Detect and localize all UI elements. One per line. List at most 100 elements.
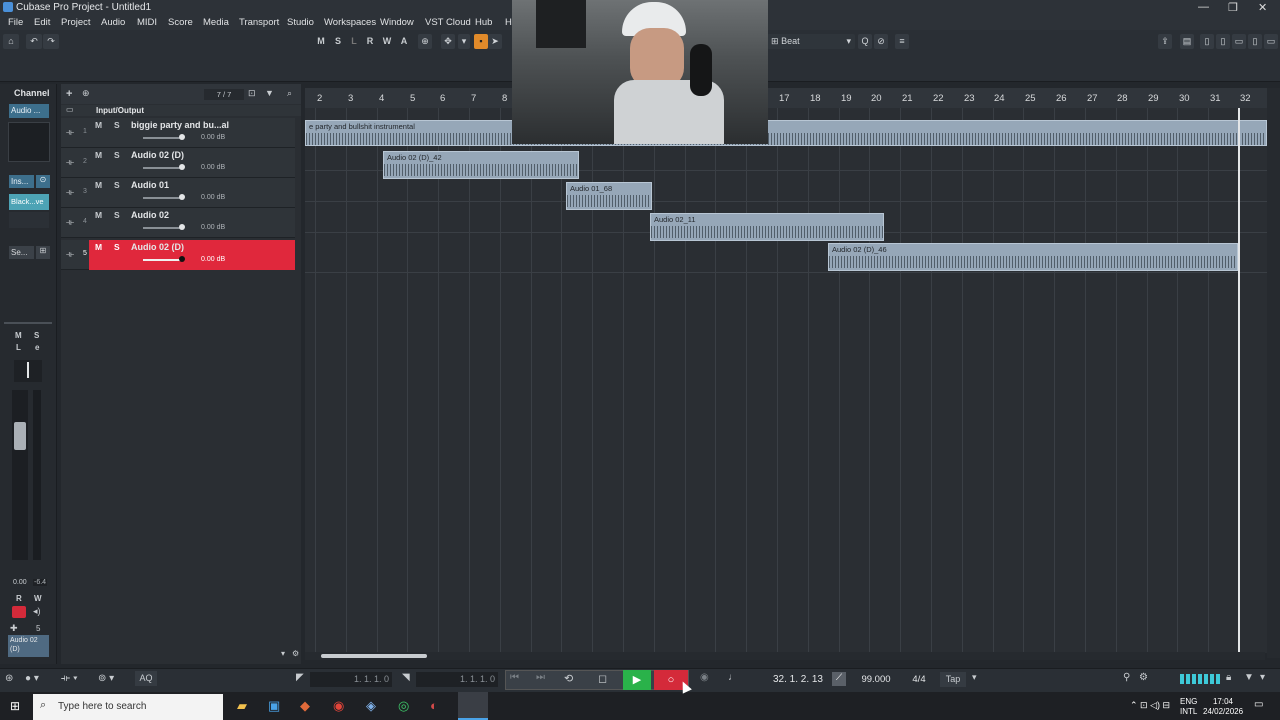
snap-type-select[interactable]: ⊞ Beat ▾ (767, 34, 855, 49)
constrain-icon[interactable]: ⊕ (418, 34, 432, 49)
monitor-icon[interactable]: ◉ (700, 672, 709, 683)
search-icon[interactable]: ⌕ (287, 88, 292, 99)
store-icon[interactable]: ▣ (268, 698, 280, 714)
record-mode-icon[interactable]: ● ▾ (25, 673, 39, 684)
minimize-icon[interactable]: — (1198, 1, 1209, 13)
track-mute-button[interactable]: M (95, 242, 102, 252)
taskbar-search-box[interactable]: ⌕ Type here to search (33, 694, 223, 720)
app-icon-4[interactable]: ◐ (430, 698, 438, 713)
stop-icon[interactable]: ◻ (598, 672, 607, 685)
pin-icon[interactable]: ⚲ (1123, 672, 1130, 683)
audio-routing-button[interactable]: Audio ... (9, 104, 49, 118)
right-locator-field[interactable]: 1. 1. 1. 0 (416, 672, 498, 687)
track-volume-slider[interactable] (143, 227, 183, 229)
inspector-solo-button[interactable]: S (34, 331, 39, 340)
menu-file[interactable]: File (8, 17, 23, 28)
chrome-icon[interactable]: ◉ (333, 698, 344, 714)
read-mode-button[interactable]: R (363, 35, 377, 48)
clock[interactable]: 17:04 24/02/2026 (1203, 697, 1243, 717)
write-mode-button[interactable]: W (380, 35, 394, 48)
language-indicator[interactable]: ENG INTL (1180, 697, 1197, 717)
audio-event[interactable]: Audio 02 (D)_46 (828, 243, 1238, 271)
quantize-settings-icon[interactable]: ⊘ (874, 34, 888, 49)
volume-fader-handle[interactable] (14, 422, 26, 450)
track-volume-slider[interactable] (143, 167, 183, 169)
add-folder-icon[interactable]: ⊕ (82, 88, 90, 99)
filter-icon[interactable]: ▼ (265, 88, 274, 98)
go-to-previous-icon[interactable]: ⏮ (510, 672, 519, 683)
listen-mode-button[interactable]: L (347, 35, 361, 48)
track-volume-handle[interactable] (179, 134, 185, 140)
track-solo-button[interactable]: S (114, 242, 120, 252)
add-track-icon[interactable]: + (66, 88, 72, 100)
track-volume-slider[interactable] (143, 137, 183, 139)
filter-icon[interactable]: ▼ (1244, 672, 1254, 683)
export-icon[interactable]: ⇪ (1158, 34, 1172, 49)
track-volume-handle[interactable] (179, 194, 185, 200)
pointer-tool-icon[interactable]: ➤ (488, 34, 502, 49)
menu-media[interactable]: Media (203, 17, 229, 28)
project-cursor[interactable] (1238, 108, 1240, 653)
menu-edit[interactable]: Edit (34, 17, 50, 28)
cubase-taskbar-icon[interactable] (458, 692, 488, 720)
menu-project[interactable]: Project (61, 17, 91, 28)
monitor-icon[interactable]: ◂) (33, 606, 41, 617)
grid-lines-icon[interactable]: ≡ (895, 34, 909, 49)
audio-event[interactable]: Audio 02_11 (650, 213, 884, 241)
insert-slot-1[interactable]: Black...ve (9, 194, 49, 210)
vertical-zoom-bar[interactable] (1267, 88, 1280, 658)
mute-mode-button[interactable]: M (314, 35, 328, 48)
horizontal-scrollbar[interactable] (305, 652, 1265, 660)
track-solo-button[interactable]: S (114, 150, 120, 160)
app-icon-3[interactable]: ◎ (398, 698, 409, 714)
menu-studio[interactable]: Studio (287, 17, 314, 28)
camera-icon[interactable]: ⊡ (248, 88, 256, 99)
layout-left-icon[interactable]: ▯ (1200, 34, 1214, 49)
notification-icon[interactable]: ▭ (1254, 699, 1263, 710)
home-icon[interactable]: ⌂ (3, 34, 19, 49)
layout-bottom-icon[interactable]: ▭ (1232, 34, 1246, 49)
track-volume-handle[interactable] (179, 224, 185, 230)
solo-mode-button[interactable]: S (331, 35, 345, 48)
inserts-bypass-icon[interactable]: ⊙ (36, 175, 50, 188)
metronome-icon[interactable]: ⊚ ▾ (98, 673, 114, 684)
layout-full-icon[interactable]: ▭ (1264, 34, 1278, 49)
menu-audio[interactable]: Audio (101, 17, 125, 28)
inserts-button[interactable]: Ins... (9, 175, 34, 188)
menu-help[interactable]: H (505, 17, 512, 28)
track-mute-button[interactable]: M (95, 180, 102, 190)
left-locator-field[interactable]: 1. 1. 1. 0 (310, 672, 392, 687)
menu-window[interactable]: Window (380, 17, 414, 28)
punch-icon[interactable]: ⟛ ▾ (61, 673, 78, 684)
sends-bypass-icon[interactable]: ⊞ (36, 246, 50, 259)
menu-score[interactable]: Score (168, 17, 193, 28)
arrange-area[interactable]: e party and bullshit instrumental Audio … (305, 108, 1267, 653)
inspector-mute-button[interactable]: M (15, 331, 22, 340)
read-automation-button[interactable]: R (16, 594, 22, 603)
folder-track[interactable]: ▭ Input/Output (61, 105, 301, 116)
app-icon-1[interactable]: ◆ (300, 698, 310, 714)
menu-transport[interactable]: Transport (239, 17, 279, 28)
menu-workspaces[interactable]: Workspaces (324, 17, 376, 28)
time-signature-field[interactable]: 4/4 (905, 672, 933, 687)
undo-icon[interactable]: ↶ (26, 34, 42, 49)
track-solo-button[interactable]: S (114, 180, 120, 190)
tray-icons[interactable]: ⌃ ⊡ ◁) ⊟ (1130, 700, 1170, 711)
track-volume-handle[interactable] (179, 256, 185, 262)
write-automation-button[interactable]: W (34, 594, 42, 603)
inspector-edit-button[interactable]: e (35, 343, 39, 352)
tempo-track-icon[interactable]: ⟋ (832, 672, 846, 686)
chevron-down-icon[interactable]: ▾ (458, 34, 470, 49)
insert-slot-2[interactable] (9, 212, 49, 228)
track-row[interactable]: ⟛ 3 M S Audio 01 0.00 dB (61, 178, 295, 208)
tap-tempo-button[interactable]: Tap (940, 672, 966, 687)
pan-knob[interactable] (14, 360, 42, 382)
chevron-down-icon[interactable]: ▾ (1260, 672, 1265, 683)
track-volume-slider[interactable] (143, 197, 183, 199)
app-icon-2[interactable]: ◈ (366, 698, 376, 714)
track-row[interactable]: ⟛ 2 M S Audio 02 (D) 0.00 dB (61, 148, 295, 178)
inspector-listen-button[interactable]: L (16, 343, 21, 352)
automation-mode-button[interactable]: A (397, 35, 411, 48)
track-row-selected[interactable]: ⟛ 5 M S Audio 02 (D) 0.00 dB (61, 240, 295, 270)
audio-event[interactable]: Audio 02 (D)_42 (383, 151, 579, 179)
